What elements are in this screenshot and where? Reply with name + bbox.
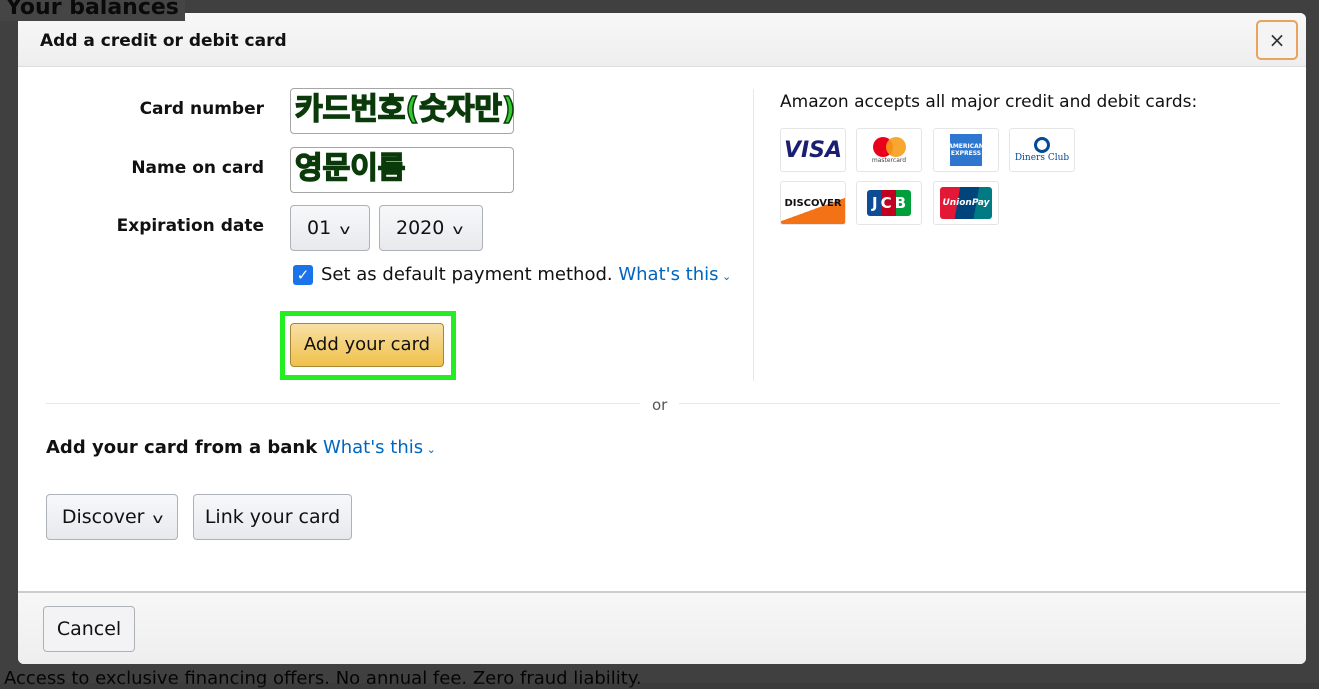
visa-logo: VISA: [780, 128, 846, 172]
divider: [753, 89, 754, 381]
default-label: Set as default payment method.: [321, 264, 613, 285]
background-heading: Your balances: [0, 0, 185, 21]
chevron-down-icon: ⌄: [423, 443, 436, 456]
visa-logo-text: VISA: [783, 137, 843, 163]
unionpay-logo-text: UnionPay: [940, 187, 992, 219]
diners-club-logo-text: Diners Club: [1014, 153, 1070, 163]
bank-label: Add your card from a bank: [46, 437, 318, 458]
bank-select[interactable]: Discover v: [46, 494, 178, 540]
bank-whats-this-link[interactable]: What's this: [323, 437, 423, 458]
discover-logo-text: DISCOVER: [784, 197, 842, 209]
card-number-annotation: 카드번호(숫자만): [294, 91, 516, 128]
add-card-dialog: Add a credit or debit card × Card number…: [18, 13, 1306, 664]
month-value: 01: [307, 217, 332, 239]
or-text: or: [640, 396, 680, 414]
jcb-logo-text: JCB: [866, 190, 912, 216]
month-select[interactable]: 01 v: [290, 205, 370, 251]
default-row: Set as default payment method. What's th…: [321, 264, 731, 285]
card-number-input[interactable]: 카드번호(숫자만): [290, 88, 516, 134]
dialog-title: Add a credit or debit card: [18, 13, 1306, 67]
default-checkbox[interactable]: ✓: [293, 265, 313, 285]
dialog-footer: Cancel: [18, 591, 1306, 664]
close-button[interactable]: ×: [1256, 20, 1298, 60]
diners-club-logo: Diners Club: [1009, 128, 1075, 172]
name-on-card-input[interactable]: 영문이름: [290, 147, 514, 193]
highlight-annotation-box: [280, 311, 456, 380]
chevron-down-icon: v: [452, 223, 464, 238]
amex-logo: American Express: [933, 128, 999, 172]
whats-this-link[interactable]: What's this: [618, 264, 718, 285]
mastercard-logo-text: mastercard: [871, 156, 907, 164]
close-icon: ×: [1268, 28, 1286, 52]
amex-logo-text: American Express: [948, 134, 984, 166]
link-your-card-button[interactable]: Link your card: [193, 494, 352, 540]
chevron-down-icon: v: [152, 512, 164, 527]
discover-logo: DISCOVER: [780, 181, 846, 225]
cancel-button[interactable]: Cancel: [43, 606, 135, 652]
bank-row: Add your card from a bank What's this ⌄: [46, 437, 436, 458]
jcb-logo: JCB: [856, 181, 922, 225]
expiration-label: Expiration date: [116, 216, 264, 236]
mastercard-logo: mastercard: [856, 128, 922, 172]
accepts-text: Amazon accepts all major credit and debi…: [780, 92, 1198, 112]
year-value: 2020: [396, 217, 445, 239]
name-annotation: 영문이름: [294, 150, 406, 187]
year-select[interactable]: 2020 v: [379, 205, 483, 251]
unionpay-logo: UnionPay: [933, 181, 999, 225]
bank-select-value: Discover: [61, 506, 145, 528]
chevron-down-icon: ⌄: [718, 270, 732, 283]
chevron-down-icon: v: [339, 223, 351, 238]
name-on-card-label: Name on card: [131, 158, 264, 178]
card-number-label: Card number: [139, 99, 264, 119]
